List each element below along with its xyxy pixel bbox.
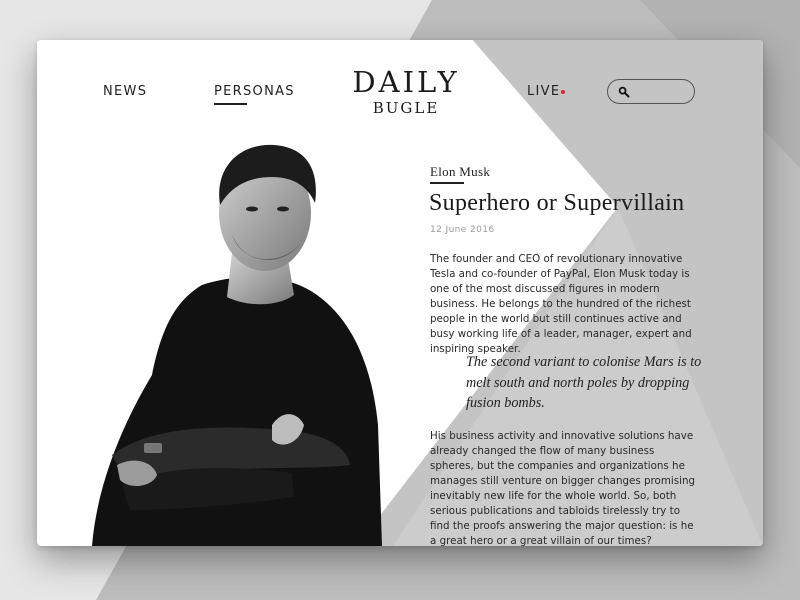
logo-subtitle: BUGLE bbox=[372, 99, 440, 117]
nav-news-link[interactable]: NEWS bbox=[103, 84, 147, 99]
search-box[interactable] bbox=[607, 79, 695, 104]
article-paragraph-1: The founder and CEO of revolutionary inn… bbox=[430, 253, 692, 355]
search-icon[interactable] bbox=[618, 86, 630, 98]
nav-personas-link[interactable]: PERSONAS bbox=[214, 84, 295, 99]
nav-active-underline bbox=[214, 103, 247, 105]
article-quote: The second variant to colonise Mars is t… bbox=[466, 354, 702, 411]
persona-tag-underline bbox=[430, 182, 464, 184]
persona-tag[interactable]: Elon Musk bbox=[430, 164, 490, 180]
article-paragraph-2: His business activity and innovative sol… bbox=[430, 430, 696, 546]
persona-portrait bbox=[92, 144, 382, 546]
search-input[interactable] bbox=[634, 83, 692, 102]
logo-title: DAILY bbox=[352, 65, 460, 99]
article-title: Superhero or Supervillain bbox=[429, 190, 685, 216]
article-date: 12 June 2016 bbox=[430, 225, 495, 235]
live-indicator-dot bbox=[561, 90, 565, 94]
nav-live-link[interactable]: LIVE bbox=[527, 84, 560, 99]
site-logo[interactable]: DAILY BUGLE bbox=[337, 66, 475, 117]
article-card: NEWS PERSONAS DAILY BUGLE LIVE Elon Musk… bbox=[37, 40, 763, 546]
